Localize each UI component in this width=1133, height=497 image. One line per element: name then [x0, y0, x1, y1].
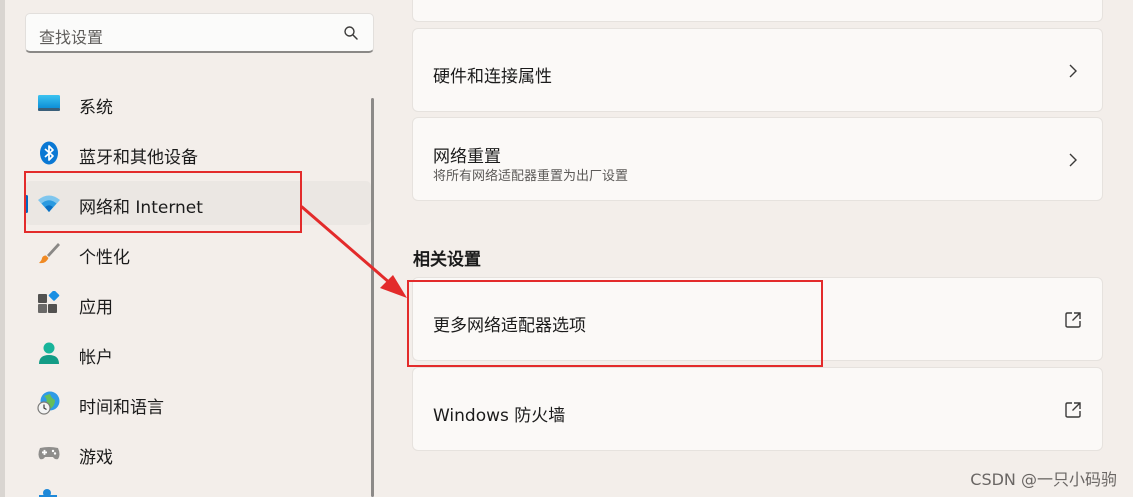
search-placeholder: 查找设置 — [39, 28, 104, 47]
external-link-icon — [1065, 312, 1081, 328]
sidebar-item-accounts[interactable]: 帐户 — [25, 331, 371, 375]
sidebar-item-label: 帐户 — [79, 348, 113, 368]
person-icon — [39, 342, 59, 364]
sidebar-item-label: 个性化 — [79, 248, 130, 268]
apps-icon — [38, 291, 60, 313]
windows-firewall-card[interactable]: Windows 防火墙 — [412, 367, 1103, 451]
card-partial-top[interactable] — [412, 0, 1103, 22]
sidebar-item-label: 应用 — [79, 298, 113, 318]
search-input[interactable]: 查找设置 — [25, 13, 374, 53]
hardware-properties-card[interactable]: 硬件和连接属性 — [412, 28, 1103, 112]
sidebar-item-label: 蓝牙和其他设备 — [79, 148, 198, 168]
annotation-arrow-icon — [300, 205, 407, 298]
sidebar-item-gaming[interactable]: 游戏 — [25, 431, 371, 475]
external-link-icon — [1065, 402, 1081, 418]
globe-clock-icon — [37, 391, 60, 415]
card-title: 网络重置 — [433, 147, 501, 167]
monitor-icon — [38, 95, 60, 111]
card-title: 更多网络适配器选项 — [433, 316, 586, 336]
chevron-right-icon — [1069, 153, 1077, 167]
sidebar-item-time-language[interactable]: 时间和语言 — [25, 381, 371, 425]
search-icon[interactable] — [343, 25, 359, 41]
sidebar-item-partial — [79, 488, 169, 497]
bluetooth-icon — [40, 141, 58, 165]
gamepad-icon — [38, 447, 60, 460]
network-reset-card[interactable]: 网络重置 将所有网络适配器重置为出厂设置 — [412, 117, 1103, 201]
card-description: 将所有网络适配器重置为出厂设置 — [433, 169, 629, 184]
more-adapter-options-card[interactable]: 更多网络适配器选项 — [412, 277, 1103, 361]
chevron-right-icon — [1069, 64, 1077, 78]
selection-indicator — [25, 195, 28, 213]
card-title: Windows 防火墙 — [433, 406, 566, 426]
sidebar-item-label: 网络和 Internet — [79, 198, 203, 218]
sidebar-item-label: 时间和语言 — [79, 398, 164, 418]
sidebar-item-label: 游戏 — [79, 448, 113, 468]
accessibility-icon — [39, 489, 57, 497]
watermark: CSDN @一只小码驹 — [970, 470, 1117, 489]
card-title: 硬件和连接属性 — [433, 67, 552, 87]
sidebar-item-system[interactable]: 系统 — [25, 81, 371, 125]
brush-icon — [39, 243, 60, 264]
sidebar-item-label: 系统 — [79, 98, 113, 118]
sidebar-item-bluetooth[interactable]: 蓝牙和其他设备 — [25, 131, 371, 175]
wifi-icon — [38, 195, 60, 212]
